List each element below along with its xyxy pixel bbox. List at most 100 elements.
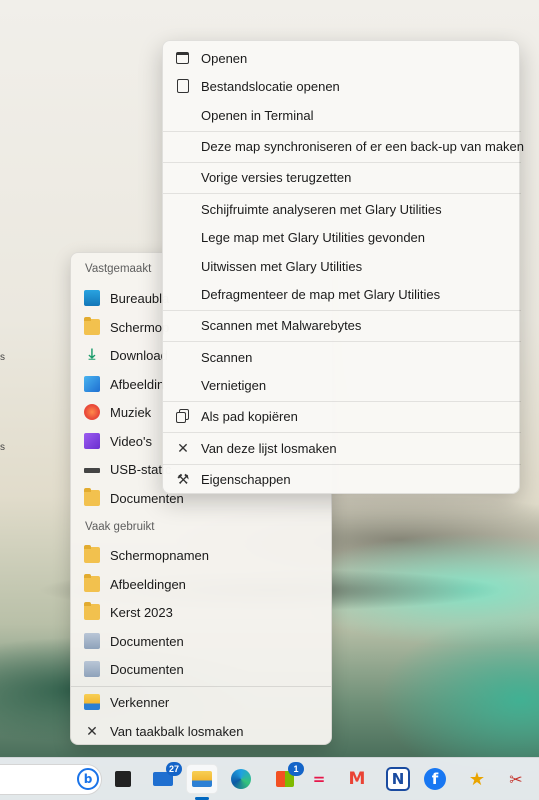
window-icon bbox=[175, 50, 191, 66]
store-icon[interactable]: 1 bbox=[272, 762, 304, 792]
blank-icon-slot bbox=[175, 349, 191, 365]
blank-icon-slot bbox=[175, 229, 191, 245]
jump-item-label: Schermopnamen bbox=[110, 547, 209, 563]
jump-item-frequent[interactable]: Schermopnamen bbox=[77, 542, 327, 568]
desktop-icon bbox=[84, 290, 100, 306]
file-explorer-icon[interactable] bbox=[186, 764, 218, 794]
documents-icon bbox=[84, 633, 100, 649]
file-explorer-icon bbox=[84, 694, 100, 710]
divider bbox=[163, 341, 521, 342]
menu-item-label: Schijfruimte analyseren met Glary Utilit… bbox=[201, 201, 442, 217]
download-icon: ⤓ bbox=[88, 346, 96, 363]
gmail-icon[interactable]: M bbox=[344, 766, 370, 792]
jump-item-label: Documenten bbox=[110, 633, 184, 649]
videos-icon bbox=[84, 433, 100, 449]
menu-item-label: Defragmenteer de map met Glary Utilities bbox=[201, 286, 441, 302]
folder-icon bbox=[84, 317, 100, 335]
open-location-icon bbox=[175, 78, 191, 94]
jump-item-label: Afbeeldin bbox=[110, 376, 165, 392]
menu-item-copy-path[interactable]: Als pad kopiëren bbox=[167, 403, 517, 429]
jump-item-label: Download bbox=[110, 347, 168, 363]
mail-badge: 27 bbox=[165, 762, 182, 776]
jump-item-label: Bureaubla bbox=[110, 290, 170, 306]
desktop-edge-mark: s bbox=[0, 352, 5, 363]
jump-item-frequent[interactable]: Afbeeldingen bbox=[77, 571, 327, 597]
unpin-icon: ✕ bbox=[177, 440, 189, 456]
folder-icon bbox=[84, 602, 100, 620]
menu-item-open-location[interactable]: Bestandslocatie openen bbox=[167, 73, 517, 99]
jump-item-label: Verkenner bbox=[110, 694, 170, 710]
mail-icon[interactable]: 27 bbox=[150, 762, 182, 792]
divider bbox=[163, 162, 521, 163]
menu-item-glary-analyze[interactable]: Schijfruimte analyseren met Glary Utilit… bbox=[167, 196, 517, 222]
menu-item-label: Deze map synchroniseren of er een back-u… bbox=[201, 138, 525, 154]
unpin-from-taskbar-item[interactable]: ✕ Van taakbalk losmaken bbox=[77, 718, 327, 744]
menu-item-label: Van deze lijst losmaken bbox=[201, 440, 337, 456]
blank-icon-slot bbox=[175, 258, 191, 274]
jump-item-label: Documenten bbox=[110, 661, 184, 677]
usb-drive-icon bbox=[84, 467, 100, 473]
facebook-icon[interactable]: f bbox=[424, 768, 446, 790]
menu-item-sync-backup[interactable]: Deze map synchroniseren of er een back-u… bbox=[167, 133, 524, 159]
menu-item-label: Eigenschappen bbox=[201, 471, 291, 487]
jump-item-label: Schermop bbox=[110, 319, 170, 335]
menu-item-shred[interactable]: Vernietigen bbox=[167, 372, 517, 398]
menu-item-label: Lege map met Glary Utilities gevonden bbox=[201, 229, 426, 245]
snip-icon[interactable]: ✂ bbox=[503, 766, 529, 792]
divider bbox=[163, 131, 521, 132]
frequent-header: Vaak gebruikt bbox=[85, 521, 155, 533]
divider bbox=[163, 432, 521, 433]
jump-item-frequent[interactable]: Documenten bbox=[77, 656, 327, 682]
menu-item-label: Uitwissen met Glary Utilities bbox=[201, 258, 363, 274]
jump-item-label: Video's bbox=[110, 433, 152, 449]
menu-item-label: Openen bbox=[201, 50, 248, 66]
menu-item-malwarebytes[interactable]: Scannen met Malwarebytes bbox=[167, 312, 517, 338]
jump-item-label: Van taakbalk losmaken bbox=[110, 723, 244, 739]
newspaper-icon[interactable]: N bbox=[386, 767, 410, 791]
divider bbox=[163, 401, 521, 402]
menu-item-glary-empty[interactable]: Lege map met Glary Utilities gevonden bbox=[167, 224, 517, 250]
jump-item-label: Kerst 2023 bbox=[110, 604, 173, 620]
jump-item-frequent[interactable]: Documenten bbox=[77, 628, 327, 654]
unpin-icon: ✕ bbox=[86, 723, 98, 739]
jump-item-label: Afbeeldingen bbox=[110, 576, 186, 592]
music-icon bbox=[84, 404, 100, 420]
menu-item-label: Openen in Terminal bbox=[201, 107, 314, 123]
store-badge: 1 bbox=[288, 762, 304, 776]
pinned-header: Vastgemaakt bbox=[85, 263, 152, 275]
menu-item-properties[interactable]: ⚒ Eigenschappen bbox=[167, 466, 517, 492]
menu-item-unpin[interactable]: ✕ Van deze lijst losmaken bbox=[167, 435, 517, 461]
menu-item-glary-defrag[interactable]: Defragmenteer de map met Glary Utilities bbox=[167, 281, 517, 307]
menu-item-restore-previous[interactable]: Vorige versies terugzetten bbox=[167, 164, 517, 190]
menu-item-scan[interactable]: Scannen bbox=[167, 344, 517, 370]
bing-icon[interactable]: b bbox=[77, 768, 99, 790]
blank-icon-slot bbox=[175, 201, 191, 217]
app-icon[interactable]: = bbox=[306, 766, 332, 792]
menu-item-open-terminal[interactable]: Openen in Terminal bbox=[167, 102, 517, 128]
task-view-icon[interactable] bbox=[110, 766, 136, 792]
folder-icon bbox=[84, 545, 100, 563]
pictures-icon bbox=[84, 376, 100, 392]
blank-icon-slot bbox=[175, 169, 191, 185]
jump-item-frequent[interactable]: Kerst 2023 bbox=[77, 599, 327, 625]
taskbar: b 27 1 = M N f ★ ✂ bbox=[0, 757, 539, 800]
menu-item-label: Scannen met Malwarebytes bbox=[201, 317, 362, 333]
blank-icon-slot bbox=[175, 377, 191, 393]
menu-item-glary-wipe[interactable]: Uitwissen met Glary Utilities bbox=[167, 253, 517, 279]
blank-icon-slot bbox=[175, 138, 191, 154]
documents-icon bbox=[84, 661, 100, 677]
star-app-icon[interactable]: ★ bbox=[464, 766, 490, 792]
copy-path-icon bbox=[175, 408, 191, 424]
divider bbox=[163, 310, 521, 311]
menu-item-label: Vorige versies terugzetten bbox=[201, 169, 352, 185]
folder-icon bbox=[84, 574, 100, 592]
edge-icon[interactable] bbox=[228, 766, 254, 792]
menu-item-label: Scannen bbox=[201, 349, 253, 365]
menu-item-label: Bestandslocatie openen bbox=[201, 78, 340, 94]
desktop-edge-mark: s bbox=[0, 442, 5, 453]
menu-item-label: Als pad kopiëren bbox=[201, 408, 298, 424]
menu-item-label: Vernietigen bbox=[201, 377, 267, 393]
open-file-explorer-item[interactable]: Verkenner bbox=[77, 689, 327, 715]
folder-icon bbox=[84, 488, 100, 506]
menu-item-open[interactable]: Openen bbox=[167, 45, 517, 71]
